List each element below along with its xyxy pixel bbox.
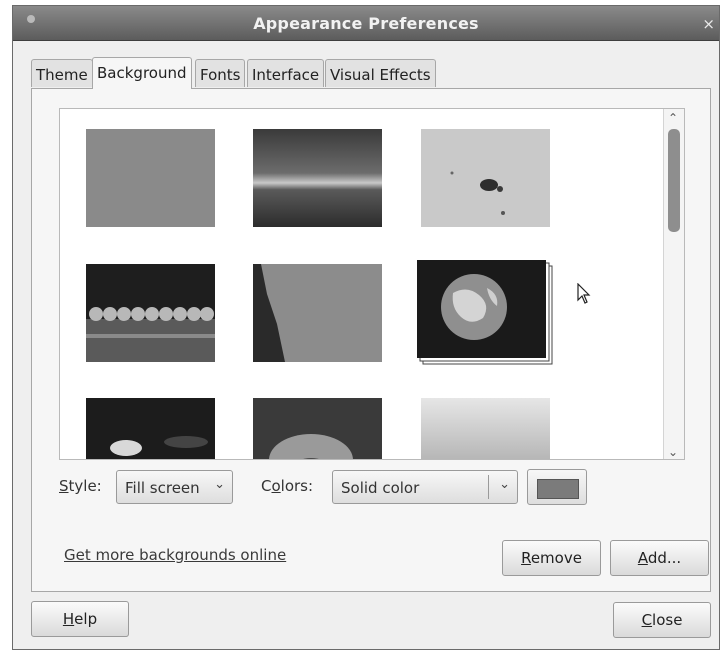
remove-button[interactable]: Remove xyxy=(502,540,601,576)
tab-interface[interactable]: Interface xyxy=(247,59,325,87)
style-value: Fill screen xyxy=(125,479,200,497)
title-bar[interactable]: Appearance Preferences × xyxy=(13,6,719,41)
tab-fonts[interactable]: Fonts xyxy=(195,59,246,87)
background-tab-panel: ⌃ ⌄ Style: Fill screen ⌄ Colors: Solid c… xyxy=(31,88,711,592)
wallpaper-thumbnail-dark-silhouette[interactable] xyxy=(253,264,382,362)
wallpaper-thumbnail-water-lily[interactable] xyxy=(86,398,215,459)
window-close-icon[interactable]: × xyxy=(702,15,715,33)
help-button[interactable]: Help xyxy=(31,601,129,637)
appearance-preferences-window: Appearance Preferences × Theme Backgroun… xyxy=(12,5,720,650)
wallpaper-thumbnail-fruit-row[interactable] xyxy=(86,264,215,362)
tab-theme[interactable]: Theme xyxy=(31,59,93,87)
wallpaper-thumbnail-cupped-hands[interactable] xyxy=(253,398,382,459)
wallpaper-gallery[interactable]: ⌃ ⌄ xyxy=(59,108,685,460)
add-button[interactable]: Add... xyxy=(610,540,709,576)
scroll-up-icon[interactable]: ⌃ xyxy=(668,111,678,125)
tab-visual-effects[interactable]: Visual Effects xyxy=(325,59,436,87)
wallpaper-thumbnail-metallic-ring[interactable] xyxy=(253,129,382,227)
get-more-backgrounds-link[interactable]: Get more backgrounds online xyxy=(64,546,286,564)
colors-label: Colors: xyxy=(261,477,314,495)
color-swatch xyxy=(537,479,579,499)
colors-value: Solid color xyxy=(341,479,420,497)
mouse-pointer-icon xyxy=(577,282,591,309)
dropdown-separator xyxy=(488,475,489,499)
scrollbar-thumb[interactable] xyxy=(668,129,680,232)
wallpaper-thumbnail-light-texture[interactable] xyxy=(421,129,550,227)
style-color-controls: Style: Fill screen ⌄ Colors: Solid color… xyxy=(32,462,710,510)
style-dropdown[interactable]: Fill screen ⌄ xyxy=(116,470,233,504)
tab-background[interactable]: Background xyxy=(92,57,192,89)
style-label: Style: xyxy=(59,477,102,495)
wallpaper-thumbnail-grass-field[interactable] xyxy=(421,398,550,459)
window-title: Appearance Preferences xyxy=(253,14,479,33)
colors-dropdown[interactable]: Solid color ⌄ xyxy=(332,470,518,504)
wallpaper-thumbnail-earth[interactable] xyxy=(417,260,554,366)
color-picker-button[interactable] xyxy=(527,469,587,505)
scroll-down-icon[interactable]: ⌄ xyxy=(668,445,678,459)
chevron-down-icon: ⌄ xyxy=(499,477,510,492)
close-button[interactable]: Close xyxy=(613,602,711,638)
gallery-scrollbar[interactable]: ⌃ ⌄ xyxy=(663,109,684,459)
wallpaper-thumbnail-plain-gray[interactable] xyxy=(86,129,215,227)
chevron-down-icon: ⌄ xyxy=(214,477,225,492)
